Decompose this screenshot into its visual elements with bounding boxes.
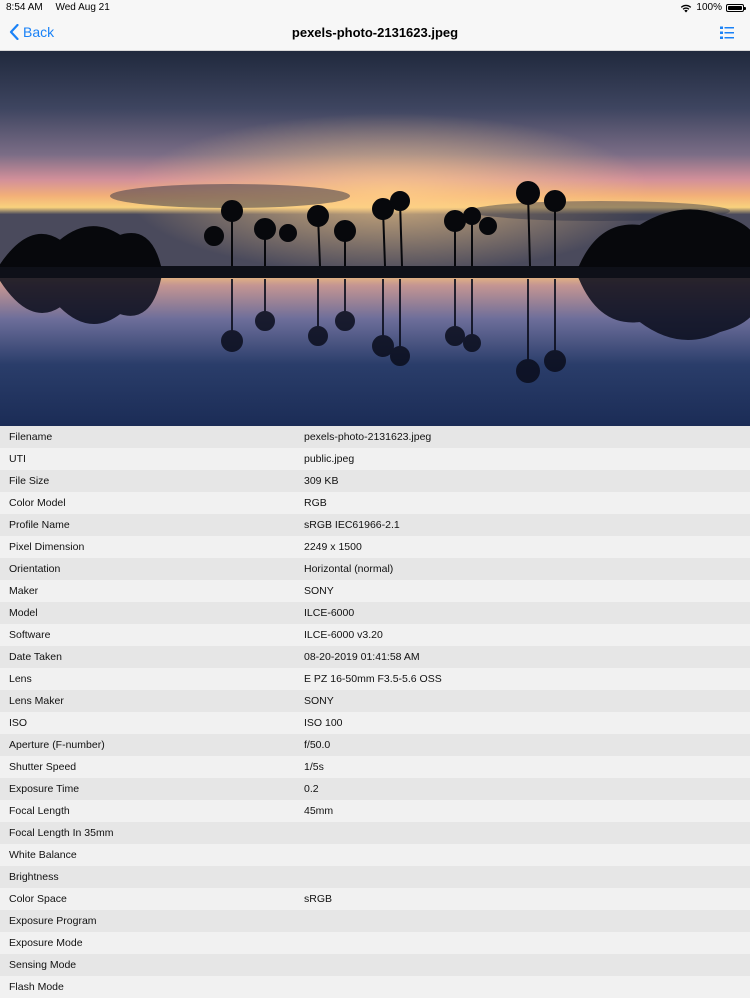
- metadata-value: E PZ 16-50mm F3.5-5.6 OSS: [304, 673, 442, 685]
- status-bar: 8:54 AM Wed Aug 21 100%: [0, 0, 750, 16]
- metadata-key: Model: [9, 607, 38, 619]
- status-right: 100%: [680, 0, 746, 16]
- table-row: Color Model RGB: [0, 492, 750, 514]
- metadata-value: SONY: [304, 695, 334, 707]
- metadata-value: 0.2: [304, 783, 319, 795]
- metadata-key: Focal Length In 35mm: [9, 827, 114, 839]
- metadata-value: sRGB IEC61966-2.1: [304, 519, 400, 531]
- table-row: Software ILCE-6000 v3.20: [0, 624, 750, 646]
- metadata-key: Maker: [9, 585, 39, 597]
- metadata-key: Exposure Mode: [9, 937, 83, 949]
- metadata-value: ILCE-6000 v3.20: [304, 629, 383, 641]
- table-row: White Balance: [0, 844, 750, 866]
- metadata-value: SONY: [304, 585, 334, 597]
- metadata-value: 1/5s: [304, 761, 324, 773]
- metadata-key: Filename: [9, 431, 53, 443]
- metadata-key: Focal Length: [9, 805, 70, 817]
- metadata-key: Exposure Program: [9, 915, 97, 927]
- table-row: Lens Maker SONY: [0, 690, 750, 712]
- metadata-key: Sensing Mode: [9, 959, 77, 971]
- metadata-key: Color Model: [9, 497, 66, 509]
- table-row: Sensing Mode: [0, 954, 750, 976]
- metadata-value: pexels-photo-2131623.jpeg: [304, 431, 432, 443]
- table-row: Filename pexels-photo-2131623.jpeg: [0, 426, 750, 448]
- metadata-value: sRGB: [304, 893, 333, 905]
- metadata-value: 309 KB: [304, 475, 339, 487]
- photo-preview: [0, 51, 750, 426]
- table-row: Flash Mode: [0, 976, 750, 998]
- table-row: Color Space sRGB: [0, 888, 750, 910]
- metadata-key: Profile Name: [9, 519, 70, 531]
- metadata-value: ILCE-6000: [304, 607, 355, 619]
- metadata-key: UTI: [9, 453, 26, 465]
- table-row: Focal Length 45mm: [0, 800, 750, 822]
- table-row: Shutter Speed 1/5s: [0, 756, 750, 778]
- metadata-key: Brightness: [9, 871, 59, 883]
- battery-icon: [726, 4, 746, 12]
- status-date: Wed Aug 21: [55, 2, 110, 13]
- table-row: Pixel Dimension 2249 x 1500: [0, 536, 750, 558]
- battery-percent: 100%: [696, 2, 722, 13]
- metadata-key: Aperture (F-number): [9, 739, 105, 751]
- metadata-key: ISO: [9, 717, 28, 729]
- metadata-table: Filename pexels-photo-2131623.jpeg UTI publ…: [0, 426, 750, 998]
- metadata-key: Software: [9, 629, 51, 641]
- table-row: ISO ISO 100: [0, 712, 750, 734]
- status-left: 8:54 AM Wed Aug 21: [6, 0, 120, 16]
- metadata-key: Flash Mode: [9, 981, 64, 993]
- table-row: File Size 309 KB: [0, 470, 750, 492]
- metadata-value: f/50.0: [304, 739, 331, 751]
- table-row: Brightness: [0, 866, 750, 888]
- table-row: Aperture (F-number) f/50.0: [0, 734, 750, 756]
- metadata-key: File Size: [9, 475, 50, 487]
- metadata-key: Lens: [9, 673, 32, 685]
- metadata-value: 08-20-2019 01:41:58 AM: [304, 651, 420, 663]
- table-row: Model ILCE-6000: [0, 602, 750, 624]
- palm-sunset-image: [0, 51, 750, 426]
- metadata-value: public.jpeg: [304, 453, 355, 465]
- metadata-key: Orientation: [9, 563, 61, 575]
- table-row: Maker SONY: [0, 580, 750, 602]
- page-title: pexels-photo-2131623.jpeg: [291, 25, 459, 40]
- metadata-key: Pixel Dimension: [9, 541, 85, 553]
- metadata-key: Date Taken: [9, 651, 62, 663]
- table-row: Orientation Horizontal (normal): [0, 558, 750, 580]
- table-row: Lens E PZ 16-50mm F3.5-5.6 OSS: [0, 668, 750, 690]
- table-row: Exposure Mode: [0, 932, 750, 954]
- table-row: Date Taken 08-20-2019 01:41:58 AM: [0, 646, 750, 668]
- metadata-value: Horizontal (normal): [304, 563, 394, 575]
- table-row: Exposure Time 0.2: [0, 778, 750, 800]
- table-row: Profile Name sRGB IEC61966-2.1: [0, 514, 750, 536]
- metadata-value: ISO 100: [304, 717, 343, 729]
- navigation-bar: Back pexels-photo-2131623.jpeg: [0, 16, 750, 51]
- metadata-key: White Balance: [9, 849, 77, 861]
- status-time: 8:54 AM: [6, 2, 43, 13]
- metadata-key: Shutter Speed: [9, 761, 77, 773]
- metadata-key: Exposure Time: [9, 783, 80, 795]
- table-row: Exposure Program: [0, 910, 750, 932]
- metadata-key: Color Space: [9, 893, 67, 905]
- list-details-icon[interactable]: [719, 25, 735, 41]
- table-row: UTI public.jpeg: [0, 448, 750, 470]
- metadata-key: Lens Maker: [9, 695, 64, 707]
- metadata-value: RGB: [304, 497, 327, 509]
- metadata-value: 45mm: [304, 805, 334, 817]
- wifi-icon: [681, 4, 692, 13]
- table-row: Focal Length In 35mm: [0, 822, 750, 844]
- metadata-value: 2249 x 1500: [304, 541, 362, 553]
